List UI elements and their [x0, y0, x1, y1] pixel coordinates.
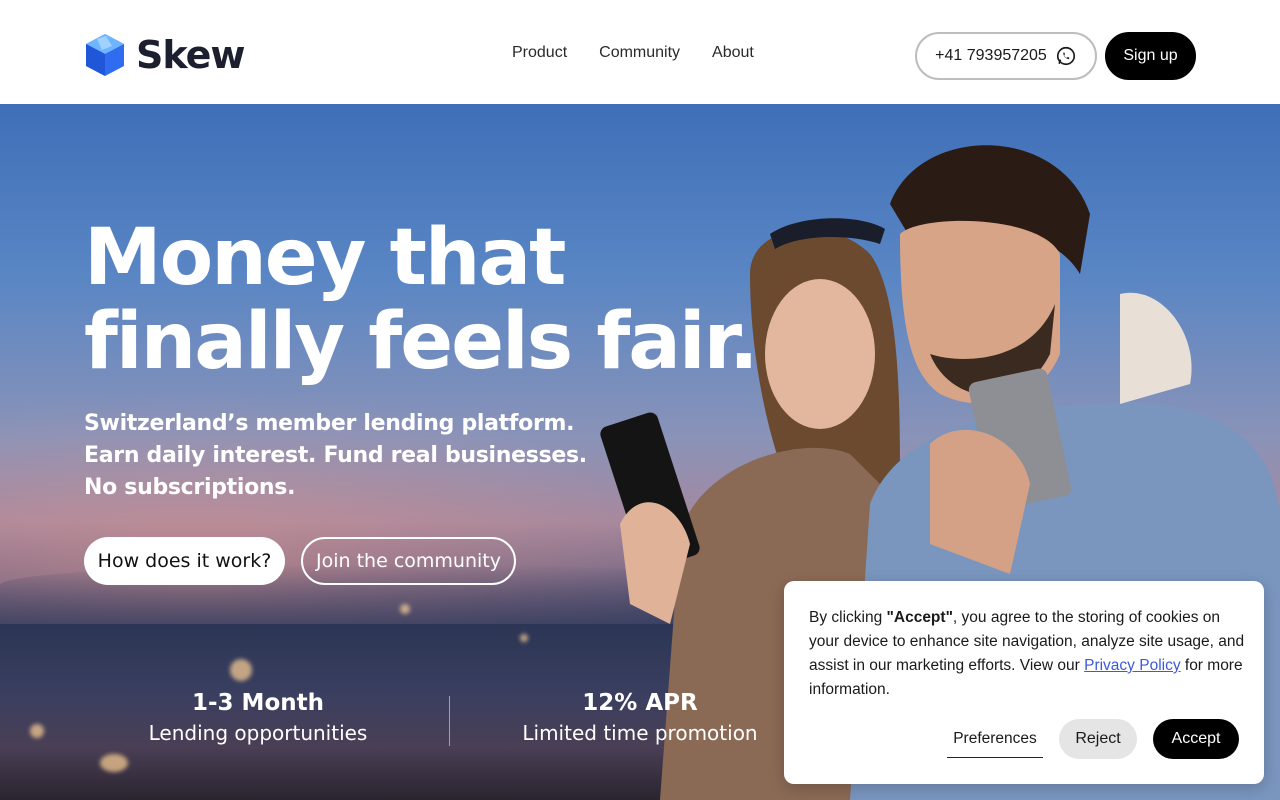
nav-item-product[interactable]: Product — [512, 44, 567, 62]
how-does-it-work-button[interactable]: How does it work? — [84, 537, 285, 585]
cookie-text-prefix: By clicking — [809, 609, 887, 626]
nav-item-community[interactable]: Community — [599, 44, 680, 62]
headline-line: Money that — [84, 213, 566, 303]
cookie-message: By clicking "Accept", you agree to the s… — [809, 606, 1245, 702]
stat-apr: 12% APR Limited time promotion — [490, 688, 790, 748]
skew-cube-logo-icon — [86, 34, 124, 76]
site-header: Skew Product Community About +41 7939572… — [0, 0, 1280, 104]
bokeh-light — [400, 604, 410, 614]
cookie-reject-button[interactable]: Reject — [1059, 719, 1137, 759]
cookie-accept-quote: "Accept" — [886, 609, 953, 626]
brand-name: Skew — [136, 33, 245, 77]
stat-caption: Lending opportunities — [148, 721, 368, 745]
whatsapp-phone-button[interactable]: +41 793957205 — [915, 32, 1097, 80]
subheadline-line: Switzerland’s member lending platform. — [84, 411, 575, 436]
cookie-preferences-button[interactable]: Preferences — [947, 720, 1043, 758]
subheadline-line: Earn daily interest. Fund real businesse… — [84, 443, 587, 468]
hero-subheadline: Switzerland’s member lending platform. E… — [84, 408, 587, 504]
stat-caption: Limited time promotion — [522, 721, 758, 745]
headline-line: finally feels fair. — [84, 297, 759, 387]
cookie-accept-button[interactable]: Accept — [1153, 719, 1239, 759]
brand-logo[interactable]: Skew — [84, 32, 245, 78]
bokeh-light — [520, 634, 528, 642]
hero-headline: Money that finally feels fair. — [84, 213, 759, 387]
nav-item-about[interactable]: About — [712, 44, 754, 62]
privacy-policy-link[interactable]: Privacy Policy — [1084, 657, 1180, 674]
bokeh-light — [230, 659, 252, 681]
join-community-button[interactable]: Join the community — [301, 537, 516, 585]
stat-divider — [449, 696, 450, 746]
whatsapp-icon — [1056, 46, 1075, 66]
main-nav: Product Community About — [512, 44, 754, 62]
subheadline-line: No subscriptions. — [84, 475, 296, 500]
sign-up-button[interactable]: Sign up — [1105, 32, 1196, 80]
stat-value: 1-3 Month — [192, 690, 324, 716]
stat-value: 12% APR — [582, 690, 698, 716]
phone-number: +41 793957205 — [935, 47, 1047, 64]
bokeh-light — [100, 754, 128, 772]
stat-lending: 1-3 Month Lending opportunities — [108, 688, 408, 748]
bokeh-light — [30, 724, 44, 738]
